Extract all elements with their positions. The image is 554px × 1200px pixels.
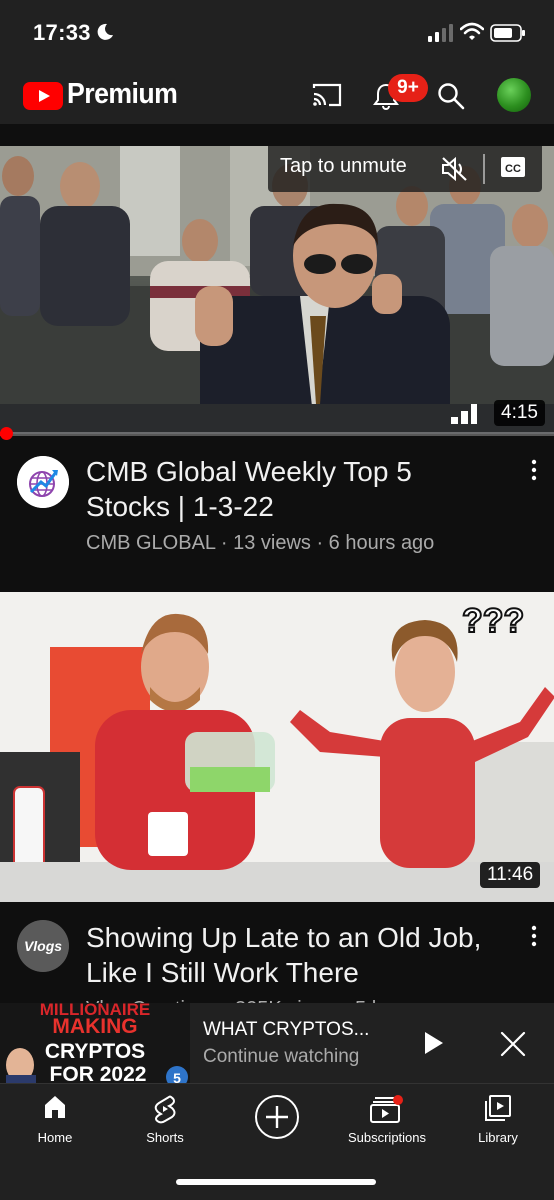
thumb-line-3: CRYPTOS bbox=[45, 1040, 145, 1063]
app-header: Premium 9+ bbox=[0, 66, 554, 124]
thumb-line-2: MAKING bbox=[52, 1015, 137, 1038]
muted-speaker-icon bbox=[442, 156, 467, 182]
account-avatar[interactable] bbox=[497, 78, 531, 112]
miniplayer-thumbnail-image: MILLIONAIRE MAKING CRYPTOS FOR 2022 5 bbox=[0, 1003, 190, 1083]
bottom-navigation: Home Shorts Subscriptions Library bbox=[0, 1083, 554, 1200]
miniplayer-title[interactable]: WHAT CRYPTOS... bbox=[203, 1019, 369, 1041]
nav-subscriptions[interactable]: Subscriptions bbox=[332, 1084, 442, 1162]
nav-label: Shorts bbox=[146, 1130, 184, 1145]
home-indicator[interactable] bbox=[176, 1179, 376, 1185]
miniplayer[interactable]: MILLIONAIRE MAKING CRYPTOS FOR 2022 5 WH… bbox=[0, 1003, 554, 1083]
close-icon[interactable] bbox=[500, 1031, 526, 1057]
create-icon bbox=[255, 1095, 299, 1139]
svg-text:CC: CC bbox=[505, 163, 521, 175]
video-subtitle: CMB GLOBAL · 13 views · 6 hours ago bbox=[86, 532, 434, 555]
question-marks: ??? bbox=[462, 602, 524, 640]
youtube-logo-icon[interactable] bbox=[23, 82, 63, 110]
overlay-divider bbox=[483, 154, 485, 184]
status-time: 17:33 bbox=[33, 20, 91, 45]
nav-label: Subscriptions bbox=[347, 1130, 427, 1145]
unmute-label: Tap to unmute bbox=[280, 155, 407, 177]
signal-quality-icon bbox=[451, 404, 477, 424]
thumb-badge: 5 bbox=[173, 1070, 181, 1083]
nav-label: Home bbox=[37, 1130, 73, 1145]
thumb-line-4: FOR 2022 bbox=[50, 1063, 147, 1083]
moon-icon bbox=[97, 23, 113, 40]
video-title[interactable]: Showing Up Late to an Old Job, Like I St… bbox=[86, 920, 496, 990]
nav-shorts[interactable]: Shorts bbox=[110, 1084, 220, 1162]
nav-label: Library bbox=[478, 1130, 518, 1145]
channel-name[interactable]: CMB GLOBAL bbox=[86, 532, 215, 554]
separator: · bbox=[215, 532, 234, 554]
video-thumbnail-2[interactable]: ??? 11:46 bbox=[0, 592, 554, 902]
wifi-icon bbox=[460, 22, 484, 40]
upload-age: 6 hours ago bbox=[328, 532, 435, 554]
more-options-icon[interactable] bbox=[528, 924, 540, 948]
thumbnail-image: ??? bbox=[0, 592, 554, 902]
vlogs-logo-icon: Vlogs bbox=[17, 920, 69, 972]
nav-home[interactable]: Home bbox=[0, 1084, 110, 1162]
brand-title[interactable]: Premium bbox=[67, 78, 178, 111]
battery-icon bbox=[490, 24, 525, 42]
video-duration: 4:15 bbox=[494, 400, 545, 426]
shorts-icon bbox=[154, 1095, 176, 1124]
globe-logo-icon bbox=[17, 456, 69, 508]
video-duration: 11:46 bbox=[480, 862, 541, 888]
more-options-icon[interactable] bbox=[528, 458, 540, 482]
miniplayer-thumbnail[interactable]: MILLIONAIRE MAKING CRYPTOS FOR 2022 5 bbox=[0, 1003, 190, 1083]
vlogs-logo-text: Vlogs bbox=[24, 938, 62, 954]
cast-icon[interactable] bbox=[311, 82, 343, 108]
signal-icon bbox=[428, 24, 453, 42]
video-title[interactable]: CMB Global Weekly Top 5 Stocks | 1-3-22 bbox=[86, 454, 496, 524]
status-bar: 17:33 bbox=[0, 0, 554, 66]
subscriptions-icon bbox=[370, 1095, 403, 1123]
playback-scrubber[interactable] bbox=[0, 427, 13, 440]
play-icon[interactable] bbox=[420, 1029, 446, 1057]
playback-progress-bar[interactable] bbox=[0, 432, 554, 436]
nav-library[interactable]: Library bbox=[443, 1084, 553, 1162]
home-icon bbox=[45, 1096, 65, 1118]
separator: · bbox=[310, 532, 329, 554]
channel-avatar[interactable] bbox=[17, 456, 69, 508]
channel-avatar[interactable]: Vlogs bbox=[17, 920, 69, 972]
library-icon bbox=[485, 1095, 511, 1121]
notification-badge[interactable]: 9+ bbox=[388, 74, 428, 102]
search-icon[interactable] bbox=[437, 82, 465, 110]
nav-create[interactable] bbox=[222, 1084, 332, 1162]
inline-video-player[interactable]: Tap to unmute CC 4:15 bbox=[0, 146, 554, 434]
closed-captions-icon[interactable]: CC bbox=[500, 155, 526, 179]
tap-to-unmute-button[interactable]: Tap to unmute CC bbox=[268, 146, 542, 192]
view-count: 13 views bbox=[233, 532, 311, 554]
miniplayer-subtitle: Continue watching bbox=[203, 1046, 360, 1067]
